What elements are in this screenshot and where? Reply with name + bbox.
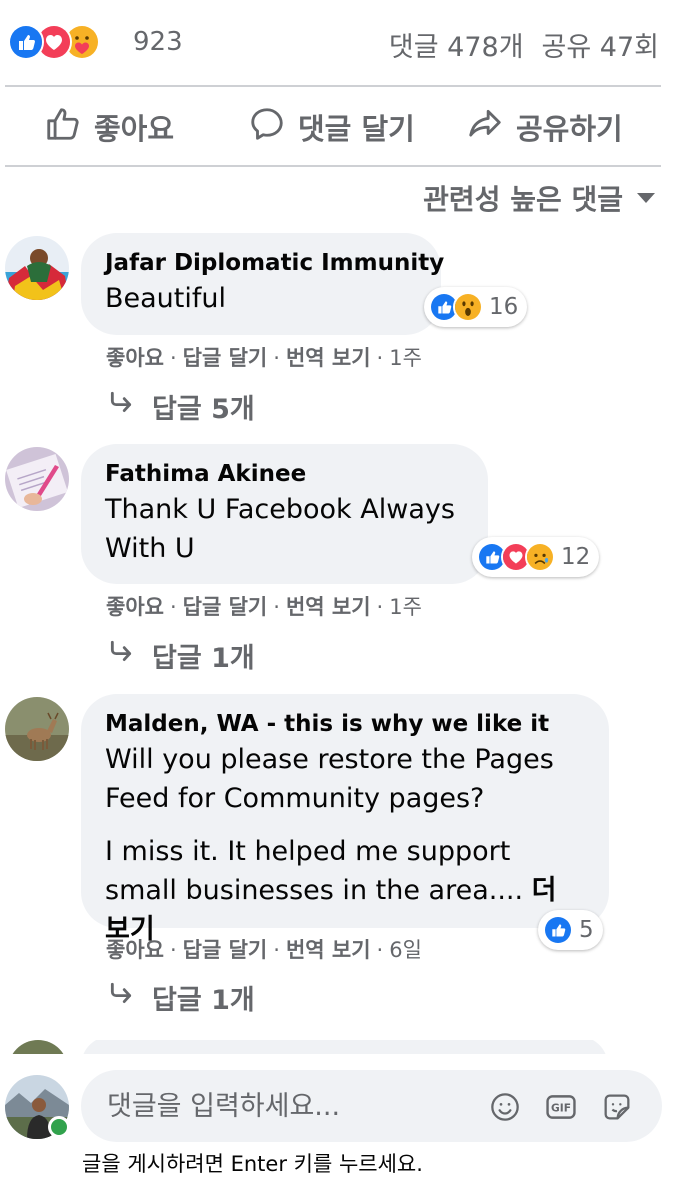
enter-to-post-hint: 글을 게시하려면 Enter 키를 누르세요. <box>82 1152 423 1176</box>
comment-text: Beautiful <box>105 279 419 318</box>
comment-paragraph-text: I miss it. It helped me support small bu… <box>105 836 524 906</box>
replies-label: 답글 5개 <box>152 394 255 425</box>
emoji-icon[interactable] <box>487 1089 523 1125</box>
caret-down-icon <box>637 193 655 203</box>
comment-like-link[interactable]: 좋아요 <box>106 595 164 619</box>
comment-input[interactable] <box>107 1086 477 1126</box>
comment-sort-dropdown[interactable]: 관련성 높은 댓글 <box>423 178 655 218</box>
reaction-count: 12 <box>561 544 591 570</box>
next-comment-partial <box>0 1040 675 1054</box>
like-icon <box>543 915 573 945</box>
online-status-dot <box>48 1116 70 1138</box>
comment-composer: GIF <box>81 1070 662 1142</box>
reply-arrow-icon <box>108 639 152 672</box>
comment-time[interactable]: 6일 <box>389 938 422 962</box>
comment-reactions[interactable]: 12 <box>472 537 600 577</box>
wow-icon <box>453 292 483 322</box>
comment-paragraph: Will you please restore the Pages Feed f… <box>105 744 554 814</box>
reaction-stats-bar: 923 댓글 478개 공유 47회 <box>0 0 675 86</box>
post-action-bar: 좋아요 댓글 달기 공유하기 <box>0 88 675 166</box>
comment-time[interactable]: 1주 <box>389 595 422 619</box>
comment-button[interactable]: 댓글 달기 <box>248 106 415 148</box>
comment-text: Thank U Facebook Always With U <box>105 490 466 568</box>
comment-author[interactable]: Malden, WA - this is why we like it <box>105 708 587 740</box>
comment-paragraph: I miss it. It helped me support small bu… <box>105 832 587 949</box>
comment-bubble <box>81 1040 608 1054</box>
gif-icon[interactable]: GIF <box>543 1089 579 1125</box>
share-label: 공유하기 <box>516 112 623 146</box>
share-arrow-icon <box>466 105 516 150</box>
avatar <box>8 1040 68 1054</box>
reply-arrow-icon <box>108 981 152 1014</box>
comment-text: Will you please restore the Pages Feed f… <box>105 740 587 949</box>
engagement-counts: 댓글 478개 공유 47회 <box>389 25 659 64</box>
replies-label: 답글 1개 <box>152 643 255 674</box>
comment-label: 댓글 달기 <box>298 112 415 146</box>
sad-icon <box>525 542 555 572</box>
comment-like-link[interactable]: 좋아요 <box>106 346 164 370</box>
translate-link[interactable]: 번역 보기 <box>286 595 371 619</box>
comment-like-link[interactable]: 좋아요 <box>106 938 164 962</box>
thumbs-up-icon <box>44 105 94 150</box>
comment-paragraph: Thank U Facebook Always With U <box>105 494 455 564</box>
comment-actions: 좋아요 · 답글 달기 · 번역 보기 · 1주 <box>106 346 422 370</box>
reaction-count: 5 <box>579 917 594 943</box>
view-replies-button[interactable]: 답글 1개 <box>108 636 255 675</box>
like-button[interactable]: 좋아요 <box>44 106 174 148</box>
translate-link[interactable]: 번역 보기 <box>286 938 371 962</box>
comment-bubble: Malden, WA - this is why we like it Will… <box>81 694 609 945</box>
avatar[interactable] <box>5 697 69 761</box>
avatar[interactable] <box>5 236 69 300</box>
share-button[interactable]: 공유하기 <box>466 106 623 148</box>
translate-link[interactable]: 번역 보기 <box>286 346 371 370</box>
like-label: 좋아요 <box>94 112 175 146</box>
comment-reactions[interactable]: 16 <box>424 287 528 327</box>
comment-author[interactable]: Fathima Akinee <box>105 458 466 490</box>
comment-time[interactable]: 1주 <box>389 346 422 370</box>
comment-author[interactable]: Jafar Diplomatic Immunity <box>105 247 444 279</box>
comment-reply-link[interactable]: 답글 달기 <box>183 938 268 962</box>
reaction-count: 16 <box>489 294 519 320</box>
comment-paragraph: Beautiful <box>105 283 226 314</box>
comment-count[interactable]: 댓글 478개 <box>389 32 524 63</box>
comment-actions: 좋아요 · 답글 달기 · 번역 보기 · 6일 <box>106 938 422 962</box>
comment-reply-link[interactable]: 답글 달기 <box>183 346 268 370</box>
like-icon <box>8 24 44 60</box>
comment-reactions[interactable]: 5 <box>538 910 603 950</box>
reply-arrow-icon <box>108 390 152 423</box>
sticker-icon[interactable] <box>599 1089 635 1125</box>
comment-bubble: Jafar Diplomatic Immunity Beautiful <box>81 233 444 335</box>
comment-bubble: Fathima Akinee Thank U Facebook Always W… <box>81 444 488 584</box>
gif-label: GIF <box>551 1102 571 1115</box>
sort-label: 관련성 높은 댓글 <box>423 183 623 216</box>
divider <box>5 85 661 87</box>
share-count[interactable]: 공유 47회 <box>542 32 659 63</box>
speech-bubble-icon <box>248 105 298 150</box>
comment-actions: 좋아요 · 답글 달기 · 번역 보기 · 1주 <box>106 595 422 619</box>
view-replies-button[interactable]: 답글 5개 <box>108 387 255 426</box>
replies-label: 답글 1개 <box>152 985 255 1016</box>
comment-reply-link[interactable]: 답글 달기 <box>183 595 268 619</box>
divider <box>5 165 661 167</box>
reaction-count[interactable]: 923 <box>133 27 183 57</box>
avatar[interactable] <box>5 447 69 511</box>
view-replies-button[interactable]: 답글 1개 <box>108 978 255 1017</box>
